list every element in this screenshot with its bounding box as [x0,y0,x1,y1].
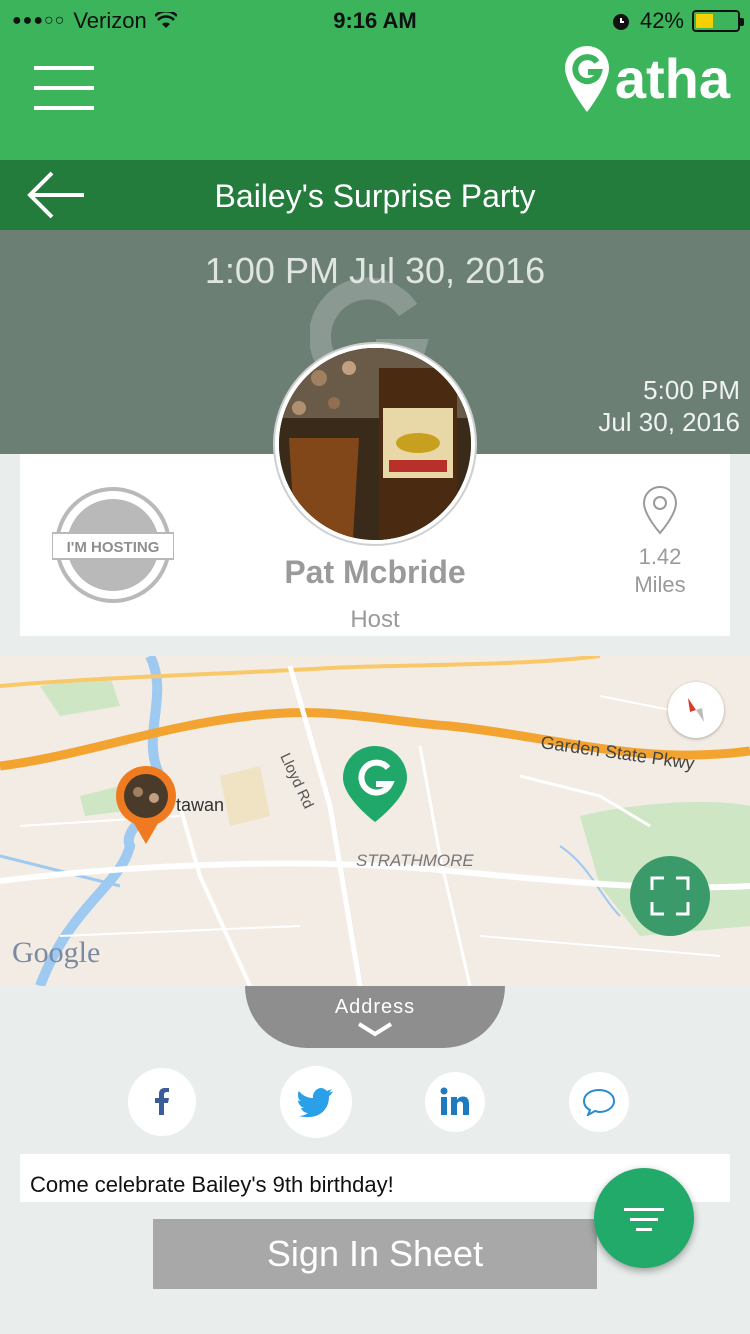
host-avatar[interactable] [275,344,475,544]
share-message-button[interactable] [569,1072,629,1132]
address-toggle[interactable]: Address [245,986,505,1048]
gatha-pin-icon [564,46,609,112]
map-label-area: STRATHMORE [356,851,474,870]
facebook-icon [155,1088,169,1115]
sign-in-sheet-button[interactable]: Sign In Sheet [153,1219,597,1289]
distance-unit: Miles [634,572,686,597]
menu-button[interactable] [34,66,96,114]
filter-icon [624,1208,664,1211]
share-linkedin-button[interactable] [425,1072,485,1132]
linkedin-icon [440,1087,469,1115]
alarm-icon [612,14,629,30]
distance[interactable]: 1.42 Miles [620,484,700,599]
end-date: Jul 30, 2016 [598,407,740,437]
host-photo [279,348,471,540]
compass-button[interactable] [668,682,724,738]
brand-logo: atha [561,42,730,114]
map-fullscreen-button[interactable] [630,856,710,936]
expand-icon [650,876,690,916]
battery-icon [692,10,744,32]
end-time: 5:00 PM [643,375,740,405]
compass-icon [688,698,704,722]
brand-name: atha [614,46,730,110]
battery-percent: 42% [639,8,684,33]
share-twitter-button[interactable] [280,1066,352,1138]
app-header: ●●●○○ Verizon 9:16 AM 42% atha [0,0,750,160]
event-title: Bailey's Surprise Party [214,178,536,214]
location-pin-icon [642,485,678,535]
message-icon [582,1088,616,1116]
event-titlebar: Bailey's Surprise Party [0,160,750,230]
filter-icon [630,1218,658,1221]
chevron-down-icon [357,1022,393,1037]
event-start-time: 1:00 PM Jul 30, 2016 [204,250,546,291]
map-attribution: Google [12,936,100,969]
address-label: Address [334,996,416,1018]
filter-icon [636,1228,652,1231]
event-map[interactable]: Garden State Pkwy Lloyd Rd STRATHMORE ta… [0,656,750,986]
map-canvas: Garden State Pkwy Lloyd Rd STRATHMORE ta… [0,656,750,986]
share-facebook-button[interactable] [128,1068,196,1136]
twitter-icon [298,1088,333,1117]
host-role: Host [350,606,400,633]
filter-fab-button[interactable] [594,1168,694,1268]
map-label-town: tawan [176,795,224,815]
distance-value: 1.42 [638,544,682,569]
event-end-time: 5:00 PM Jul 30, 2016 [598,374,740,438]
status-bar: ●●●○○ Verizon 9:16 AM 42% [0,6,750,36]
